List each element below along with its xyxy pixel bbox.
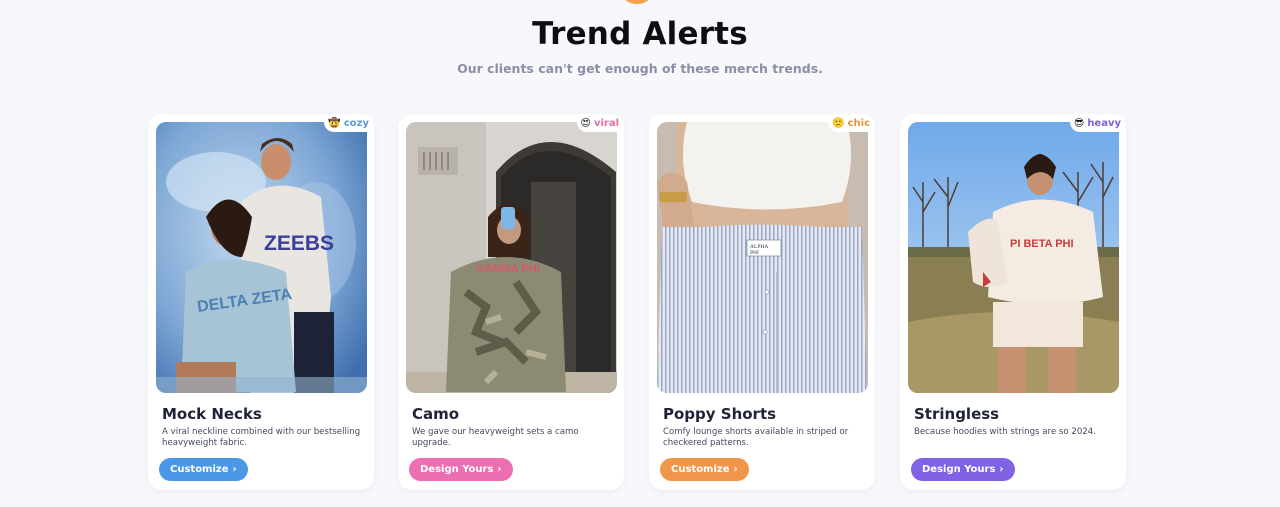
svg-text:ZEEBS: ZEEBS xyxy=(264,232,334,255)
trend-card-stringless[interactable]: PI BETA PHI 😎 heavy Stringless Because h… xyxy=(900,114,1126,490)
card-title: Camo xyxy=(412,405,460,423)
badge-label: heavy xyxy=(1087,117,1121,129)
chevron-right-icon: › xyxy=(497,464,502,475)
card-title: Stringless xyxy=(914,405,1000,423)
trend-badge: 😎 heavy xyxy=(1069,114,1126,132)
badge-emoji: 🤠 xyxy=(328,117,341,129)
card-description: We gave our heavyweight sets a camo upgr… xyxy=(412,427,579,448)
svg-text:PHI: PHI xyxy=(750,250,759,256)
brand-mascot-peek xyxy=(620,0,654,4)
chevron-right-icon: › xyxy=(733,464,738,475)
poppy-shorts-photo: ALPHA PHI xyxy=(657,122,868,393)
card-description: Because hoodies with strings are so 2024… xyxy=(914,427,1096,437)
trend-badge: 🙂 chic xyxy=(828,114,875,132)
trend-card-camo[interactable]: GAMMA PHI 😍 viral Camo We gave our heavy… xyxy=(398,114,624,490)
badge-label: chic xyxy=(847,117,870,129)
chevron-right-icon: › xyxy=(999,464,1004,475)
cta-label: Customize xyxy=(671,464,730,475)
badge-emoji: 😎 xyxy=(1073,117,1085,129)
badge-emoji: 😍 xyxy=(580,117,591,129)
trend-card-mock-necks[interactable]: ZEEBS DELTA ZETA 🤠 cozy Mock Necks A vir… xyxy=(148,114,374,490)
stringless-photo: PI BETA PHI xyxy=(908,122,1119,393)
card-description: A viral neckline combined with our bests… xyxy=(162,427,361,448)
customize-button[interactable]: Customize › xyxy=(660,458,749,481)
customize-button[interactable]: Customize › xyxy=(159,458,248,481)
product-image: GAMMA PHI xyxy=(406,122,617,393)
cta-label: Design Yours xyxy=(420,464,494,475)
mock-necks-photo: ZEEBS DELTA ZETA xyxy=(156,122,367,393)
cta-label: Design Yours xyxy=(922,464,996,475)
badge-label: viral xyxy=(593,117,619,129)
camo-photo: GAMMA PHI xyxy=(406,122,617,393)
product-image: ZEEBS DELTA ZETA xyxy=(156,122,367,393)
card-title: Mock Necks xyxy=(162,405,262,423)
design-yours-button[interactable]: Design Yours › xyxy=(409,458,513,481)
card-title: Poppy Shorts xyxy=(663,405,777,423)
trend-badge: 😍 viral xyxy=(576,114,624,132)
product-image: PI BETA PHI xyxy=(908,122,1119,393)
badge-emoji: 🙂 xyxy=(832,117,845,129)
badge-label: cozy xyxy=(343,117,369,129)
svg-text:GAMMA PHI: GAMMA PHI xyxy=(476,263,540,275)
product-image: ALPHA PHI xyxy=(657,122,868,393)
cta-label: Customize xyxy=(170,464,229,475)
trend-card-poppy-shorts[interactable]: ALPHA PHI 🙂 chic Poppy Shorts Comfy loun… xyxy=(649,114,875,490)
design-yours-button[interactable]: Design Yours › xyxy=(911,458,1015,481)
trend-badge: 🤠 cozy xyxy=(324,114,374,132)
svg-text:PI BETA PHI: PI BETA PHI xyxy=(1010,238,1074,250)
page-title: Trend Alerts xyxy=(532,16,748,52)
card-description: Comfy lounge shorts available in striped… xyxy=(663,427,849,448)
chevron-right-icon: › xyxy=(232,464,237,475)
page-subtitle: Our clients can't get enough of these me… xyxy=(457,61,823,76)
